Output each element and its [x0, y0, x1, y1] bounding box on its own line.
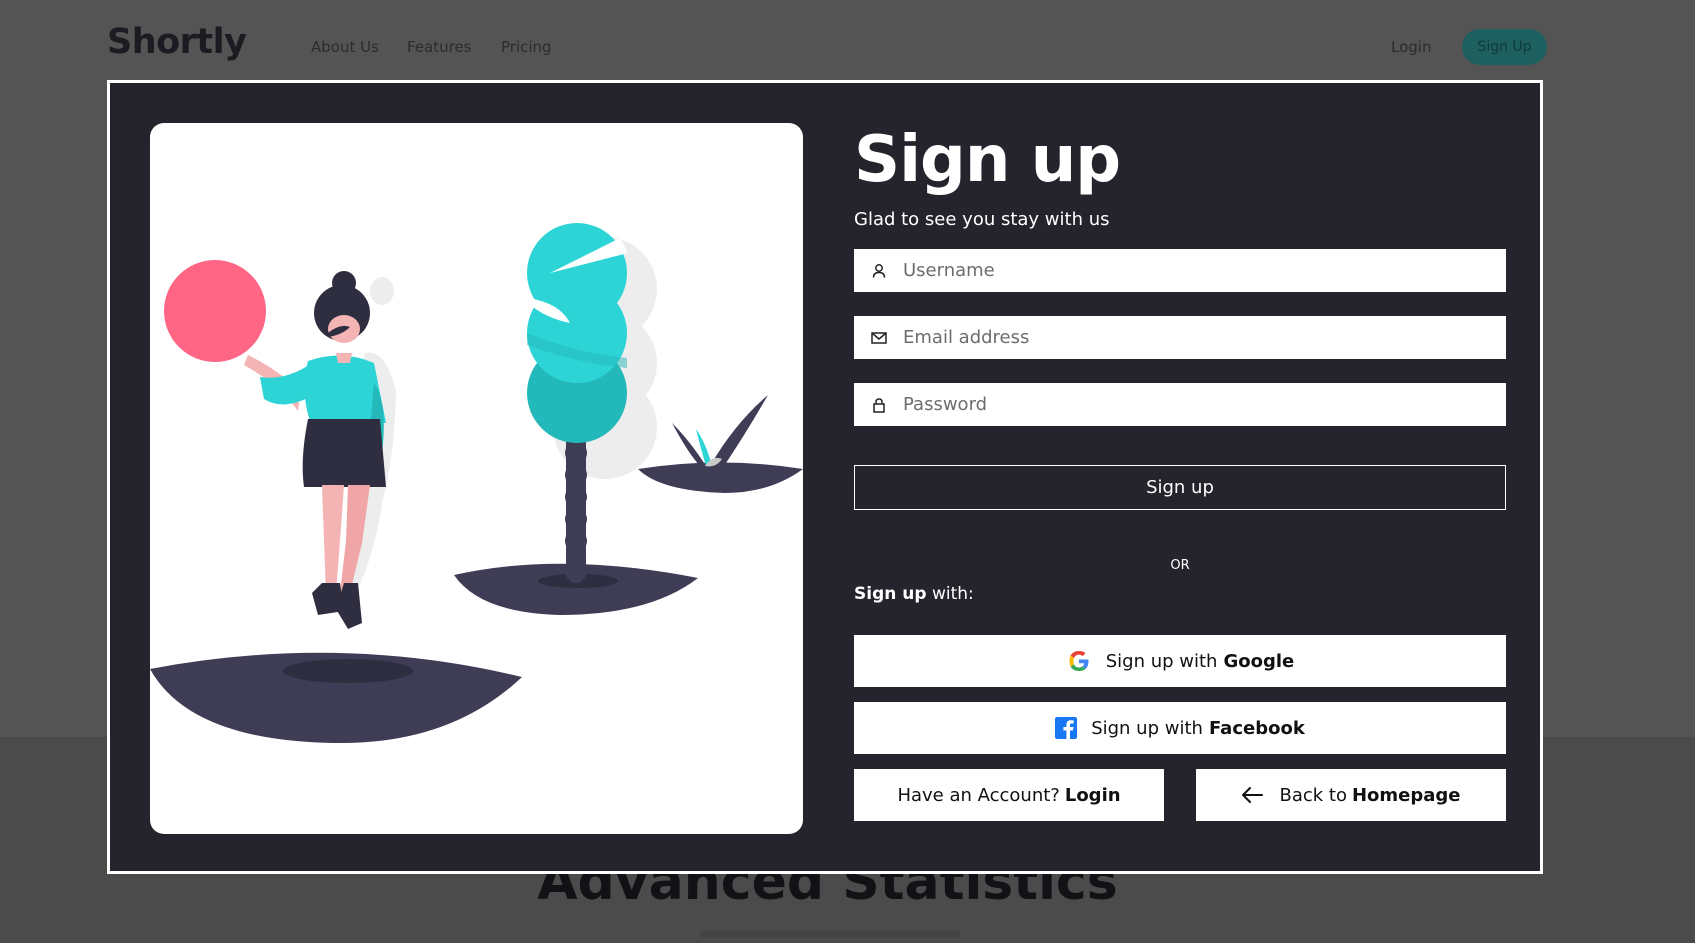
nav-about-us[interactable]: About Us [311, 38, 379, 56]
facebook-signup-bold: Facebook [1208, 717, 1305, 739]
signup-with-rest: with: [926, 584, 974, 604]
user-icon [869, 261, 889, 281]
mail-icon [869, 328, 889, 348]
google-signup-bold: Google [1223, 650, 1295, 672]
username-input[interactable] [903, 249, 1506, 292]
illustration-card [150, 123, 803, 834]
google-icon [1066, 648, 1092, 674]
signup-modal: Sign up Glad to see you stay with us Sig… [107, 80, 1543, 874]
have-account-prefix: Have an Account? [897, 784, 1060, 806]
have-account-bold: Login [1064, 784, 1121, 806]
or-divider: OR [1170, 558, 1190, 573]
back-to-homepage-button[interactable]: Back to Homepage [1196, 769, 1506, 821]
page-subtitle: Glad to see you stay with us [854, 209, 1110, 230]
password-input[interactable] [903, 383, 1506, 426]
signup-with-label: Sign up with: [854, 584, 974, 604]
google-signup-prefix: Sign up with [1105, 650, 1218, 672]
facebook-icon [1055, 717, 1078, 739]
back-prefix: Back to [1279, 784, 1347, 806]
background-muted-text [700, 930, 960, 938]
username-field[interactable] [854, 249, 1506, 292]
lock-icon [869, 395, 889, 415]
password-field[interactable] [854, 383, 1506, 426]
facebook-signup-button[interactable]: Sign up with Facebook [854, 702, 1506, 754]
signup-submit-button[interactable]: Sign up [854, 465, 1506, 510]
back-bold: Homepage [1351, 784, 1461, 806]
nav-pricing[interactable]: Pricing [501, 38, 552, 56]
page-title: Sign up [854, 123, 1121, 197]
have-account-login-button[interactable]: Have an Account? Login [854, 769, 1164, 821]
signup-with-bold: Sign up [854, 584, 927, 604]
nav-login-link[interactable]: Login [1391, 38, 1431, 56]
nav-features[interactable]: Features [407, 38, 472, 56]
nav-signup-button[interactable]: Sign Up [1462, 29, 1547, 65]
facebook-signup-prefix: Sign up with [1091, 717, 1203, 739]
email-input[interactable] [903, 316, 1506, 359]
woman-with-balloon-illustration [150, 223, 803, 744]
site-logo[interactable]: Shortly [107, 22, 247, 62]
arrow-left-icon [1241, 786, 1264, 804]
email-field[interactable] [854, 316, 1506, 359]
google-signup-button[interactable]: Sign up with Google [854, 635, 1506, 687]
signup-form: Sign up Glad to see you stay with us Sig… [854, 83, 1506, 871]
